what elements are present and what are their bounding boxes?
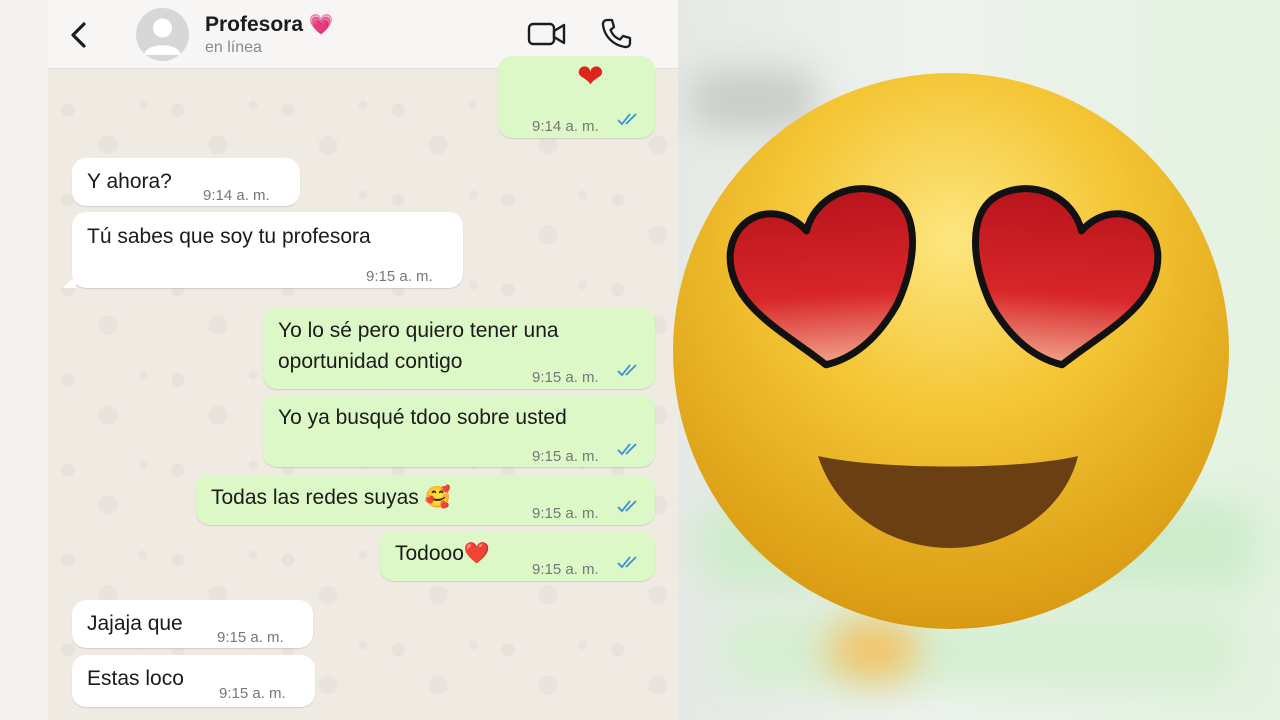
message-time: 9:14 a. m. <box>532 118 599 135</box>
contact-name-text: Profesora <box>205 13 304 36</box>
message-time: 9:15 a. m. <box>217 629 284 646</box>
message-time: 9:15 a. m. <box>366 268 433 285</box>
message-text: Jajaja que <box>87 612 183 635</box>
message-bubble-incoming[interactable]: Estas loco 9:15 a. m. <box>72 655 315 707</box>
message-text: Yo ya busqué tdoo sobre usted <box>278 406 567 429</box>
message-time: 9:15 a. m. <box>532 448 599 465</box>
message-text: Estas loco <box>87 667 184 690</box>
message-time: 9:15 a. m. <box>532 561 599 578</box>
chevron-left-icon[interactable] <box>64 18 94 52</box>
phone-icon[interactable] <box>599 17 633 51</box>
read-check-icon <box>617 500 637 513</box>
message-bubble-incoming[interactable]: Tú sabes que soy tu profesora 9:15 a. m. <box>72 212 463 288</box>
chat-panel: Profesora 💗 en línea 9:14 a. m. ❤ Y ahor… <box>48 0 678 720</box>
message-bubble-outgoing[interactable]: Todooo❤️ 9:15 a. m. <box>380 531 655 581</box>
message-bubble-outgoing[interactable]: Todas las redes suyas 🥰 9:15 a. m. <box>196 475 655 525</box>
message-text: Todooo❤️ <box>395 542 491 565</box>
pink-heart-emoji: 💗 <box>308 14 334 36</box>
contact-name[interactable]: Profesora 💗 <box>205 12 334 37</box>
read-check-icon <box>617 443 637 456</box>
message-text: Tú sabes que soy tu profesora <box>87 225 371 248</box>
message-text: Todas las redes suyas 🥰 <box>211 486 451 509</box>
left-gutter <box>0 0 48 720</box>
message-bubble-incoming[interactable]: Jajaja que 9:15 a. m. <box>72 600 313 648</box>
message-text: Y ahora? <box>87 170 172 193</box>
bubble-tail <box>62 276 76 288</box>
message-text-line: oportunidad contigo <box>278 350 463 373</box>
message-bubble-outgoing[interactable]: Yo lo sé pero quiero tener una oportunid… <box>263 307 655 389</box>
message-time: 9:15 a. m. <box>532 505 599 522</box>
video-camera-icon[interactable] <box>527 20 567 48</box>
read-check-icon <box>617 556 637 569</box>
message-time: 9:15 a. m. <box>219 685 286 702</box>
message-text-line: Yo lo sé pero quiero tener una <box>278 319 559 342</box>
heart-emoji: ❤ <box>577 58 604 94</box>
heart-eyes-emoji-icon <box>673 73 1229 629</box>
default-avatar-icon <box>144 18 181 55</box>
read-check-icon <box>617 113 637 126</box>
read-check-icon <box>617 364 637 377</box>
message-bubble-outgoing[interactable]: Yo ya busqué tdoo sobre usted 9:15 a. m. <box>263 395 655 467</box>
contact-status: en línea <box>205 39 262 56</box>
message-time: 9:14 a. m. <box>203 187 270 204</box>
avatar[interactable] <box>136 8 189 61</box>
message-time: 9:15 a. m. <box>532 369 599 386</box>
message-bubble-incoming[interactable]: Y ahora? 9:14 a. m. <box>72 158 300 206</box>
